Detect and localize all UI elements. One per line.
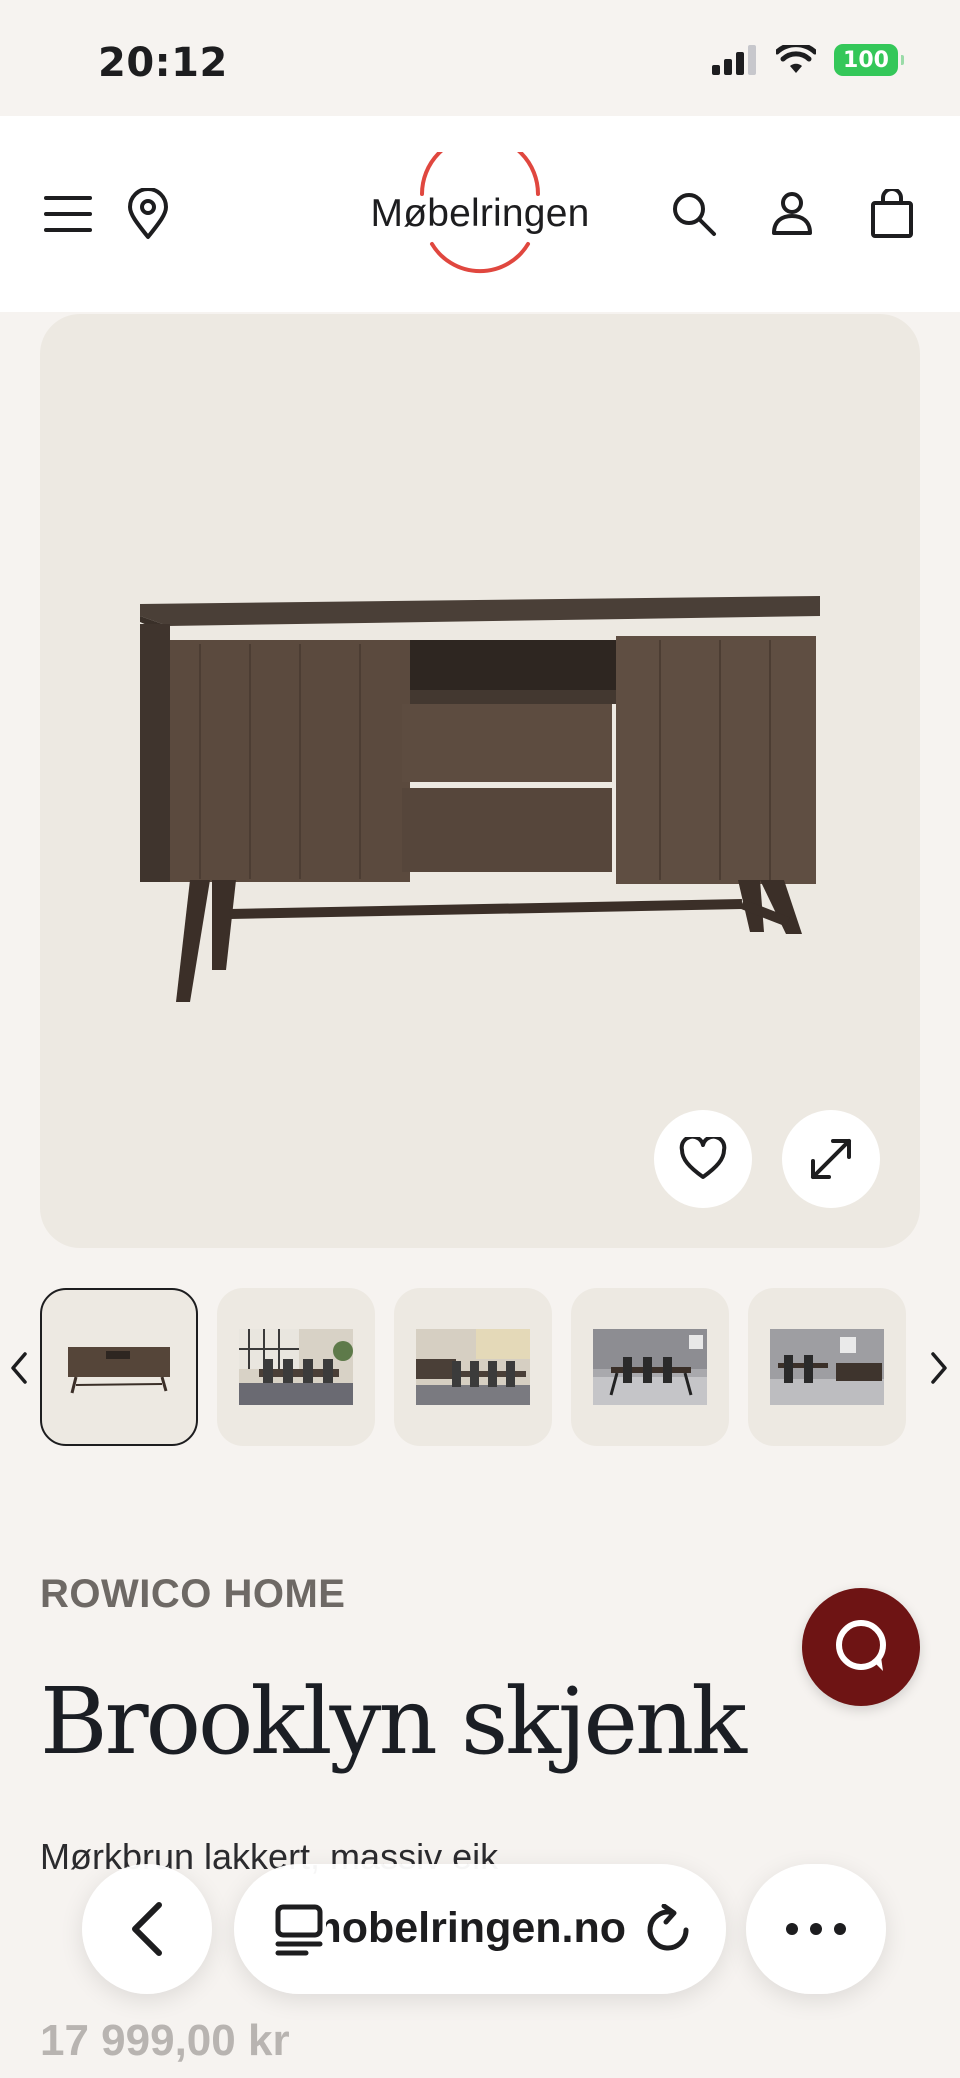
chevron-left-icon bbox=[132, 1902, 162, 1956]
status-time: 20:12 bbox=[98, 40, 228, 86]
chevron-right-icon bbox=[931, 1352, 947, 1384]
status-icons: 100 bbox=[712, 44, 904, 76]
heart-icon bbox=[679, 1137, 727, 1179]
site-logo[interactable]: Møbelringen bbox=[360, 152, 600, 276]
sideboard-illustration bbox=[140, 596, 820, 1002]
search-icon[interactable] bbox=[666, 186, 722, 242]
more-options-icon bbox=[786, 1923, 846, 1935]
thumbnail-image bbox=[593, 1329, 707, 1405]
reload-icon[interactable] bbox=[642, 1904, 694, 1956]
thumbnail-strip bbox=[0, 1288, 960, 1446]
expand-image-button[interactable] bbox=[782, 1110, 880, 1208]
url-text: mobelringen.no bbox=[326, 1904, 626, 1952]
user-icon[interactable] bbox=[764, 186, 820, 242]
logo-text: Møbelringen bbox=[370, 192, 590, 235]
thumbnail-image bbox=[416, 1329, 530, 1405]
expand-icon bbox=[811, 1139, 851, 1179]
thumbnail-image bbox=[62, 1329, 176, 1405]
browser-more-button[interactable] bbox=[746, 1864, 886, 1994]
battery-indicator: 100 bbox=[834, 44, 904, 76]
favorite-button[interactable] bbox=[654, 1110, 752, 1208]
product-title: Brooklyn skjenk bbox=[40, 1668, 747, 1775]
thumbnail-image bbox=[770, 1329, 884, 1405]
thumbnail-5[interactable] bbox=[748, 1288, 906, 1446]
page-menu-icon bbox=[275, 1904, 323, 1956]
shopping-bag-icon[interactable] bbox=[864, 186, 920, 242]
thumbnail-1[interactable] bbox=[40, 1288, 198, 1446]
chat-bubble-icon bbox=[836, 1620, 886, 1671]
thumbnail-2[interactable] bbox=[217, 1288, 375, 1446]
location-pin-icon[interactable] bbox=[120, 186, 176, 242]
product-image[interactable] bbox=[40, 314, 920, 1248]
browser-back-button[interactable] bbox=[82, 1864, 212, 1994]
thumbnails-next-arrow[interactable] bbox=[924, 1346, 954, 1390]
chat-button[interactable] bbox=[802, 1588, 920, 1706]
status-bar: 20:12 100 bbox=[0, 0, 960, 116]
wifi-icon bbox=[776, 45, 816, 73]
browser-toolbar: mobelringen.no bbox=[0, 1860, 960, 2000]
thumbnail-3[interactable] bbox=[394, 1288, 552, 1446]
product-price: 17 999,00 kr bbox=[40, 2016, 290, 2065]
hamburger-menu-icon[interactable] bbox=[40, 186, 96, 242]
address-bar[interactable]: mobelringen.no bbox=[234, 1864, 726, 1994]
thumbnail-image bbox=[239, 1329, 353, 1405]
signal-icon bbox=[712, 45, 756, 75]
site-header: Møbelringen bbox=[0, 116, 960, 312]
product-brand[interactable]: ROWICO HOME bbox=[40, 1572, 345, 1617]
thumbnail-4[interactable] bbox=[571, 1288, 729, 1446]
